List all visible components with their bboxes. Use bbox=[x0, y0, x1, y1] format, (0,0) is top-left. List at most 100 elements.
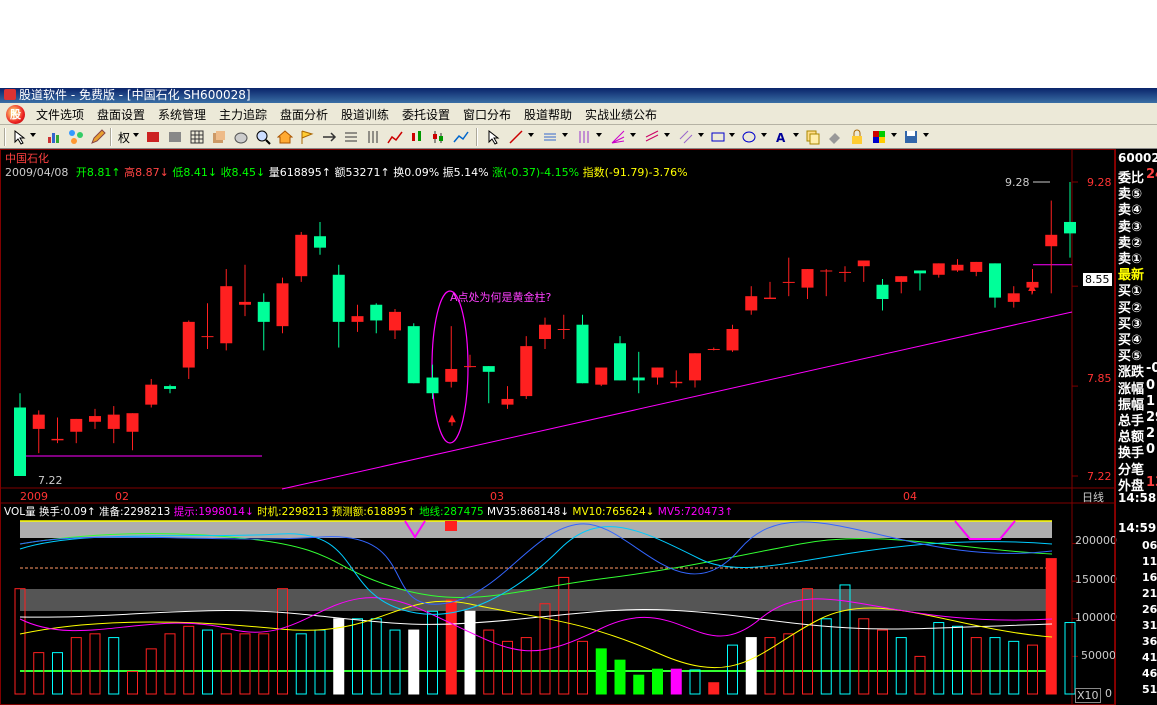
toolbar: 权 A bbox=[0, 125, 1157, 149]
menu-file[interactable]: 文件选项 bbox=[36, 106, 84, 123]
search-icon[interactable] bbox=[255, 129, 271, 145]
volume-bar bbox=[314, 629, 326, 695]
flag-icon[interactable] bbox=[299, 129, 315, 145]
ellipse-dropdown-arrow[interactable] bbox=[761, 133, 767, 137]
menu-window-layout[interactable]: 窗口分布 bbox=[463, 106, 511, 123]
rectangle-tool-icon[interactable] bbox=[710, 129, 726, 145]
period-label[interactable]: 日线 bbox=[1082, 489, 1104, 505]
eraser-icon[interactable] bbox=[827, 129, 843, 145]
candle-icon[interactable] bbox=[431, 129, 447, 145]
candle-body bbox=[145, 384, 158, 405]
hline-tool-icon[interactable] bbox=[542, 129, 558, 145]
stack-icon[interactable] bbox=[211, 129, 227, 145]
candle-body bbox=[1064, 221, 1076, 234]
hand-icon[interactable] bbox=[233, 129, 249, 145]
columns-icon[interactable] bbox=[365, 129, 381, 145]
volume-bar bbox=[408, 629, 420, 695]
fan-tool-icon[interactable] bbox=[610, 129, 626, 145]
candle-body bbox=[820, 270, 833, 272]
menu-main-force[interactable]: 主力追踪 bbox=[219, 106, 267, 123]
candle-body bbox=[932, 263, 945, 275]
volume-bar bbox=[764, 637, 776, 695]
vline-dropdown-arrow[interactable] bbox=[596, 133, 602, 137]
window-title: 股道软件 - 免费版 - [中国石化 SH600028] bbox=[19, 88, 251, 102]
line-tool-icon[interactable] bbox=[508, 129, 524, 145]
trend-icon[interactable] bbox=[453, 129, 469, 145]
save-icon[interactable] bbox=[903, 129, 919, 145]
vol-timing: 时机:2298213 bbox=[257, 506, 329, 518]
kline-chart[interactable] bbox=[0, 149, 1115, 705]
volume-bar bbox=[595, 648, 607, 695]
side-row-value: 0 bbox=[1146, 377, 1156, 393]
sell-icon[interactable] bbox=[167, 129, 183, 145]
text-dropdown-arrow[interactable] bbox=[793, 133, 799, 137]
color-dropdown-arrow[interactable] bbox=[891, 133, 897, 137]
candle-body bbox=[32, 414, 45, 429]
app-logo-icon[interactable]: 股 bbox=[6, 105, 25, 124]
volume-bar bbox=[258, 633, 270, 695]
menu-display-settings[interactable]: 盘面设置 bbox=[97, 106, 145, 123]
copy-icon[interactable] bbox=[805, 129, 821, 145]
volume-bar bbox=[333, 618, 345, 695]
fan-dropdown-arrow[interactable] bbox=[630, 133, 636, 137]
save-dropdown-arrow[interactable] bbox=[923, 133, 929, 137]
candle-body bbox=[539, 324, 551, 339]
candle-body bbox=[351, 316, 364, 322]
grid-icon[interactable] bbox=[189, 129, 205, 145]
menu-order-settings[interactable]: 委托设置 bbox=[402, 106, 450, 123]
menu-analysis[interactable]: 盘面分析 bbox=[280, 106, 328, 123]
menu-performance[interactable]: 实战业绩公布 bbox=[585, 106, 657, 123]
volume-bar bbox=[689, 669, 701, 695]
stock-code-label: 60002 bbox=[1118, 151, 1157, 165]
line-tool-dropdown-arrow[interactable] bbox=[528, 133, 534, 137]
vline-tool-icon[interactable] bbox=[576, 129, 592, 145]
bars-icon[interactable] bbox=[343, 129, 359, 145]
menu-system[interactable]: 系统管理 bbox=[158, 106, 206, 123]
cursor-dropdown-arrow[interactable] bbox=[30, 133, 36, 137]
arrow-icon[interactable] bbox=[321, 129, 337, 145]
volume-bar bbox=[370, 618, 382, 695]
candle-body bbox=[220, 286, 233, 344]
chart-icon[interactable] bbox=[46, 129, 62, 145]
pencil-icon[interactable] bbox=[90, 129, 106, 145]
side-row-value: 13 bbox=[1146, 474, 1157, 490]
menu-training[interactable]: 股道训练 bbox=[341, 106, 389, 123]
volume-bar bbox=[652, 668, 663, 695]
network-icon[interactable] bbox=[68, 129, 84, 145]
color-icon[interactable] bbox=[871, 129, 887, 145]
vol-ground: 地线:287475 bbox=[419, 506, 484, 518]
home-icon[interactable] bbox=[277, 129, 293, 145]
cursor-icon[interactable] bbox=[12, 129, 28, 145]
candle-body bbox=[689, 353, 701, 381]
volume-bar bbox=[183, 625, 195, 695]
hline-dropdown-arrow[interactable] bbox=[562, 133, 568, 137]
candle-body bbox=[295, 234, 308, 277]
kline-icon[interactable] bbox=[409, 129, 425, 145]
channel-dropdown-arrow[interactable] bbox=[664, 133, 670, 137]
cursor-tool-icon[interactable] bbox=[486, 129, 502, 145]
candle-body bbox=[801, 269, 814, 288]
date-label-04: 04 bbox=[903, 490, 917, 503]
line-chart-icon[interactable] bbox=[387, 129, 403, 145]
svg-text:A: A bbox=[776, 131, 786, 145]
ellipse-tool-icon[interactable] bbox=[741, 129, 757, 145]
text-tool-icon[interactable]: A bbox=[773, 129, 789, 145]
vol-tick-0: 0 bbox=[1105, 687, 1112, 700]
parallel-dropdown-arrow[interactable] bbox=[698, 133, 704, 137]
parallel-tool-icon[interactable] bbox=[678, 129, 694, 145]
quote-amount: 额53271↑ bbox=[334, 166, 390, 179]
rights-dropdown-arrow[interactable] bbox=[133, 133, 139, 137]
lock-icon[interactable] bbox=[849, 129, 865, 145]
candle-body bbox=[726, 329, 739, 351]
volume-bar bbox=[1008, 640, 1020, 695]
volume-bar bbox=[520, 637, 532, 695]
menu-help[interactable]: 股道帮助 bbox=[524, 106, 572, 123]
buy-icon[interactable] bbox=[145, 129, 161, 145]
rectangle-dropdown-arrow[interactable] bbox=[729, 133, 735, 137]
rights-button[interactable]: 权 bbox=[118, 129, 130, 146]
volume-bar bbox=[727, 644, 738, 695]
channel-tool-icon[interactable] bbox=[644, 129, 660, 145]
candle-body bbox=[951, 264, 964, 271]
volume-bar bbox=[70, 637, 82, 695]
volume-bar bbox=[577, 640, 588, 695]
